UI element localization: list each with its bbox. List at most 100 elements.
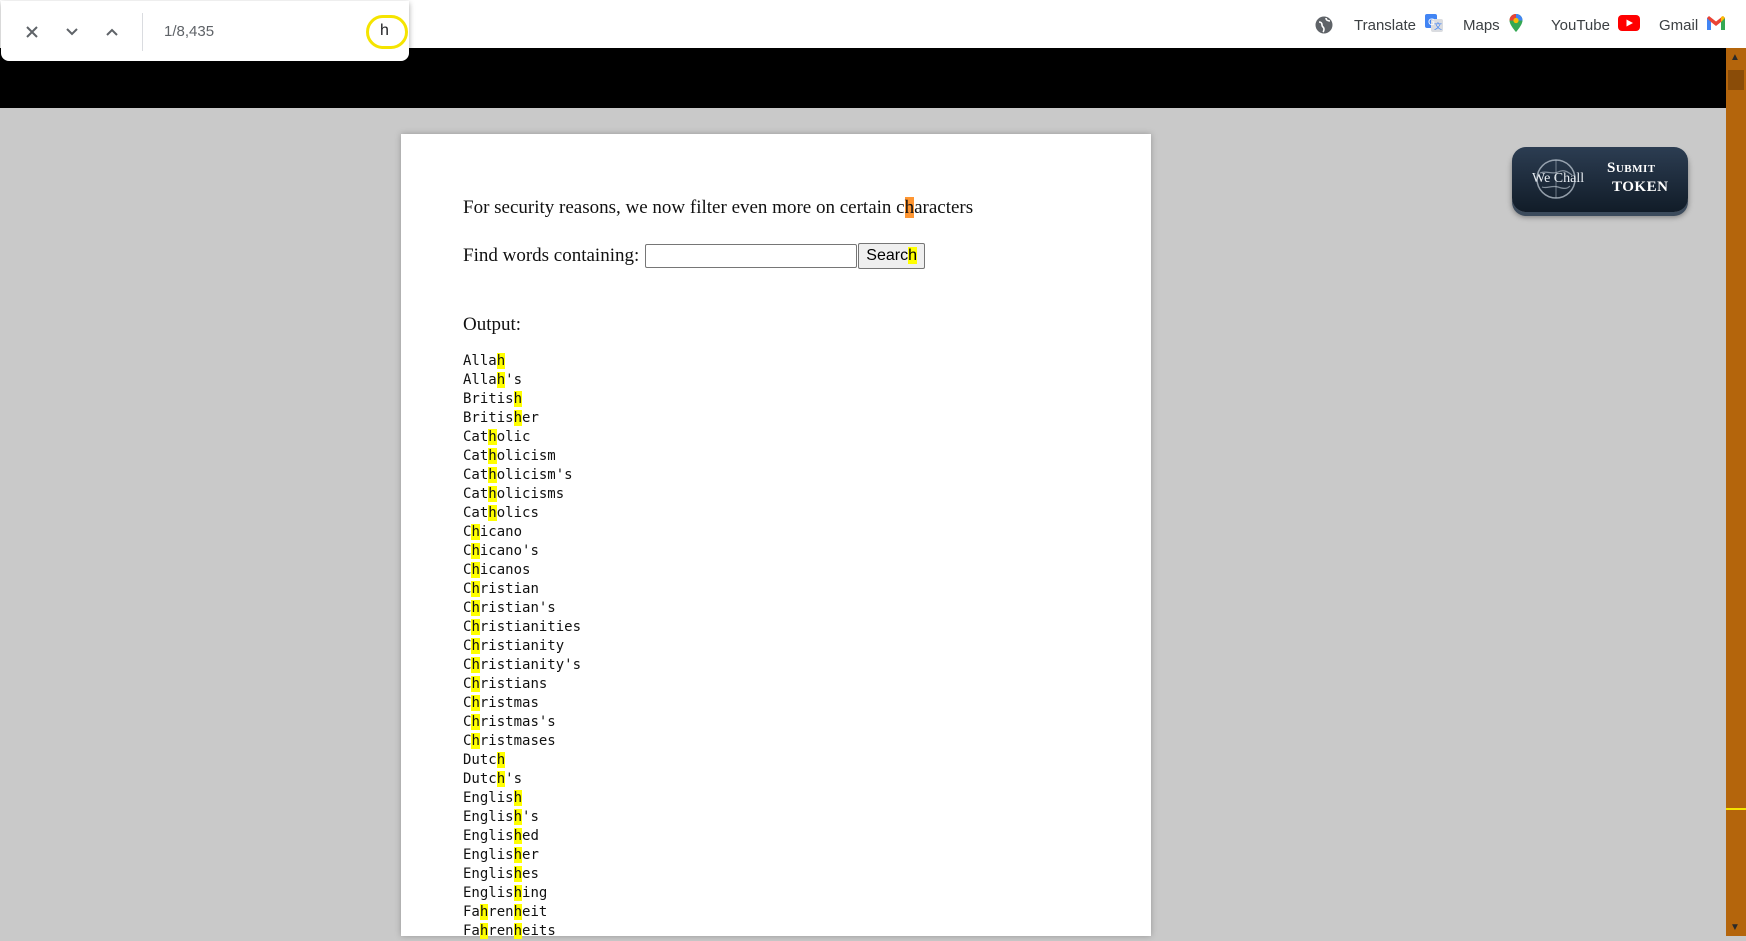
word-list-item: Catholicisms	[463, 486, 565, 502]
word-list-item: Allah's	[463, 372, 523, 388]
match-highlight: h	[471, 695, 480, 711]
search-input[interactable]	[645, 244, 858, 268]
word-list-item: British	[463, 391, 523, 407]
output-label: Output:	[463, 314, 522, 335]
word-list-item: Englished	[463, 828, 539, 844]
match-highlight: h	[471, 543, 480, 559]
bookmark-translate[interactable]: Translate G文	[1354, 14, 1444, 36]
match-highlight: h	[488, 448, 497, 464]
find-bar: 1/8,435 h	[1, 1, 409, 61]
scroll-down-icon[interactable]: ▼	[1730, 922, 1740, 933]
word-list-item: Chicano's	[463, 543, 539, 559]
match-highlight: h	[471, 733, 480, 749]
word-list: Allah Allah's British Britisher Catholic Cath…	[463, 352, 581, 941]
word-list-item: Catholicism	[463, 448, 556, 464]
token-line2: TOKEN	[1612, 179, 1669, 195]
scroll-match-marker	[1726, 808, 1746, 810]
find-query-input[interactable]: h	[380, 22, 389, 40]
search-button[interactable]: Search	[858, 243, 925, 269]
match-highlight: h	[496, 752, 506, 768]
content-card: For security reasons, we now filter even…	[401, 134, 1151, 939]
bookmark-youtube[interactable]: YouTube	[1551, 14, 1640, 36]
match-highlight: h	[513, 904, 523, 920]
word-list-item: Chicanos	[463, 562, 531, 578]
word-list-item: Englishes	[463, 866, 539, 882]
current-match-highlight: h	[904, 197, 915, 218]
wechall-logo-text: We Chall	[1532, 171, 1585, 186]
match-highlight: h	[471, 581, 480, 597]
chevron-down-icon[interactable]	[59, 19, 85, 45]
match-highlight: h	[513, 828, 523, 844]
match-highlight: h	[513, 410, 523, 426]
word-list-item: Britisher	[463, 410, 539, 426]
gmail-icon	[1706, 15, 1726, 35]
match-highlight: h	[496, 353, 506, 369]
match-highlight: h	[471, 657, 480, 673]
word-list-item: Fahrenheits	[463, 923, 556, 939]
globe-icon[interactable]	[1314, 14, 1334, 36]
word-list-item: Catholicism's	[463, 467, 573, 483]
search-form: Find words containing: Search	[463, 243, 925, 269]
intro-text: For security reasons, we now filter even…	[463, 197, 974, 218]
match-highlight: h	[471, 676, 480, 692]
match-highlight: h	[488, 429, 497, 445]
word-list-item: Christianity	[463, 638, 565, 654]
youtube-icon	[1617, 15, 1640, 35]
match-highlight: h	[488, 486, 497, 502]
submit-token-button[interactable]: We Chall Submit TOKEN	[1512, 147, 1688, 212]
match-highlight: h	[513, 923, 523, 939]
match-count: 1/8,435	[164, 23, 215, 40]
word-list-item: Chicano	[463, 524, 523, 540]
svg-text:文: 文	[1434, 21, 1442, 31]
token-line1: Submit	[1607, 160, 1656, 176]
google-translate-icon: G文	[1424, 13, 1444, 37]
word-list-item: Fahrenheit	[463, 904, 548, 920]
match-highlight: h	[908, 247, 917, 264]
match-highlight: h	[471, 619, 480, 635]
word-list-item: Christmas	[463, 695, 539, 711]
find-label: Find words containing:	[463, 245, 640, 266]
word-list-item: Catholic	[463, 429, 531, 445]
bookmark-label: YouTube	[1551, 16, 1610, 34]
google-maps-icon	[1508, 13, 1524, 37]
word-list-item: Christianity's	[463, 657, 582, 673]
word-list-item: Catholics	[463, 505, 539, 521]
divider	[142, 13, 143, 51]
match-highlight: h	[471, 524, 480, 540]
chevron-up-icon[interactable]	[99, 19, 125, 45]
word-list-item: Christmas's	[463, 714, 556, 730]
word-list-item: English	[463, 790, 523, 806]
match-highlight: h	[513, 391, 523, 407]
word-list-item: Christian's	[463, 600, 556, 616]
bookmark-gmail[interactable]: Gmail	[1659, 14, 1726, 36]
word-list-item: Christmases	[463, 733, 556, 749]
word-list-item: Englisher	[463, 847, 539, 863]
scroll-up-icon[interactable]: ▲	[1730, 52, 1740, 63]
bookmark-label: Gmail	[1659, 16, 1699, 34]
bookmark-maps[interactable]: Maps	[1463, 14, 1524, 36]
match-highlight: h	[496, 771, 506, 787]
word-list-item: Dutch's	[463, 771, 523, 787]
match-highlight: h	[488, 467, 497, 483]
match-highlight: h	[513, 847, 523, 863]
match-highlight: h	[471, 600, 480, 616]
scroll-thumb[interactable]	[1728, 70, 1744, 90]
close-icon[interactable]	[19, 19, 45, 45]
match-highlight: h	[488, 505, 497, 521]
match-highlight: h	[513, 790, 523, 806]
match-highlight: h	[471, 714, 480, 730]
match-highlight: h	[496, 372, 506, 388]
match-highlight: h	[513, 866, 523, 882]
scrollbar[interactable]	[1726, 48, 1746, 936]
word-list-item: English's	[463, 809, 539, 825]
word-list-item: Englishing	[463, 885, 548, 901]
word-list-item: Christians	[463, 676, 548, 692]
bookmark-label: Translate	[1354, 16, 1416, 34]
word-list-item: Christian	[463, 581, 539, 597]
match-highlight: h	[513, 809, 523, 825]
match-highlight: h	[471, 562, 480, 578]
word-list-item: Allah	[463, 353, 506, 369]
match-highlight: h	[513, 885, 523, 901]
word-list-item: Dutch	[463, 752, 506, 768]
bookmark-label: Maps	[1463, 16, 1500, 34]
